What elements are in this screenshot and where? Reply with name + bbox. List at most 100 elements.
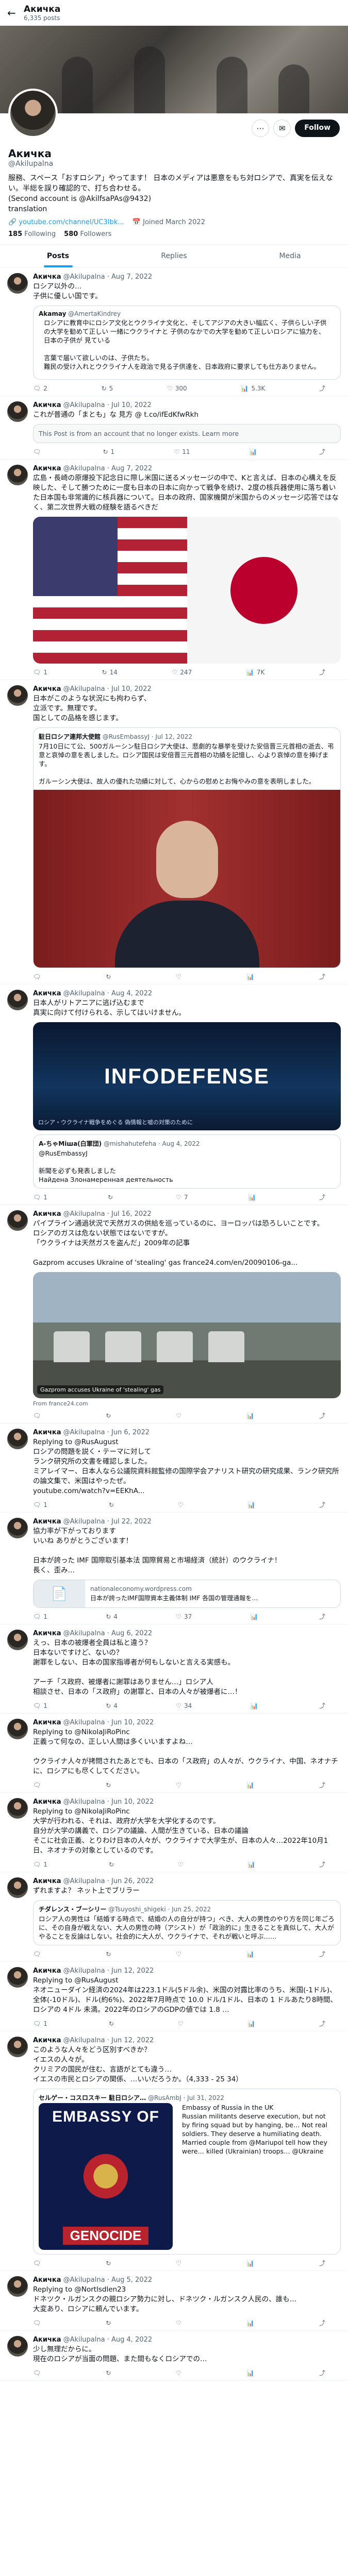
reply-button[interactable]: 🗨	[33, 2368, 43, 2377]
tweet-date[interactable]: Aug 5, 2022	[111, 2276, 152, 2284]
like-button[interactable]: ♡	[178, 1860, 186, 1869]
like-button[interactable]: ♡	[176, 1781, 184, 1789]
retweet-button[interactable]: ↻	[106, 972, 113, 981]
tweet-author[interactable]: Акичка	[33, 990, 61, 997]
like-button[interactable]: ♡ 11	[174, 447, 190, 456]
views-button[interactable]: 📊	[247, 1500, 258, 1509]
retweet-button[interactable]: ↻	[109, 1860, 117, 1869]
quoted-tweet[interactable]: セルゲー・コスロスキー 駐日ロシア… @RusAmbJ · Jul 31, 20…	[33, 2089, 341, 2255]
tweet[interactable]: Акичка @Akilupalna · Aug 5, 2022 Replying…	[0, 2271, 348, 2331]
tweet-handle[interactable]: @Akilupalna	[63, 1877, 105, 1885]
tweet-avatar[interactable]	[7, 1630, 28, 1650]
views-button[interactable]: 📊	[246, 972, 257, 981]
back-arrow-icon[interactable]: ←	[7, 7, 24, 19]
tweet-author[interactable]: Акичка	[33, 2336, 61, 2344]
like-button[interactable]: ♡ 7	[176, 1193, 188, 1201]
views-button[interactable]: 📊	[246, 1781, 257, 1789]
reply-button[interactable]: 🗨	[33, 1950, 43, 1958]
tweet[interactable]: Акичка @Akilupalna · Aug 7, 2022 広島・長崎の原爆…	[0, 460, 348, 680]
reply-button[interactable]: 🗨 1	[33, 668, 47, 676]
like-button[interactable]: ♡	[178, 1500, 186, 1509]
reply-button[interactable]: 🗨	[33, 1411, 43, 1420]
tweet-avatar[interactable]	[7, 1719, 28, 1739]
share-button[interactable]: ⤴	[319, 384, 325, 393]
reply-button[interactable]: 🗨 1	[33, 1193, 47, 1201]
quoted-tweet[interactable]: А-ちゃMiшa(白軍団) @mishahutefeha · Aug 4, 20…	[33, 1134, 341, 1189]
reply-button[interactable]: 🗨 2	[33, 384, 47, 393]
tweet-date[interactable]: Jun 12, 2022	[111, 1967, 154, 1975]
more-icon[interactable]: ⋯	[252, 120, 270, 137]
tweet[interactable]: Акичка @Akilupalna · Jul 16, 2022 パイプライン通…	[0, 1205, 348, 1423]
tweet[interactable]: Акичка @Akilupalna · Jul 22, 2022 協力率が下がっ…	[0, 1513, 348, 1624]
tweet-handle[interactable]: @Akilupalna	[63, 401, 105, 409]
retweet-button[interactable]: ↻	[106, 1950, 113, 1958]
tweet-author[interactable]: Акичка	[33, 1518, 61, 1526]
profile-avatar[interactable]	[8, 89, 58, 138]
tweet-author[interactable]: Акичка	[33, 685, 61, 693]
tweet[interactable]: Акичка @Akilupalna · Jul 10, 2022 これが普通の「…	[0, 396, 348, 460]
tweet-image-flags[interactable]	[33, 517, 341, 664]
share-button[interactable]: ⤴	[319, 1860, 325, 1869]
tweet-date[interactable]: Jun 6, 2022	[111, 1429, 150, 1436]
views-button[interactable]: 📊	[250, 447, 260, 456]
retweet-button[interactable]: ↻	[106, 1411, 113, 1420]
like-button[interactable]: ♡	[176, 1950, 184, 1958]
reply-button[interactable]: 🗨 1	[33, 1860, 47, 1869]
share-button[interactable]: ⤴	[319, 1193, 325, 1201]
share-button[interactable]: ⤴	[319, 668, 325, 676]
tweet-handle[interactable]: @Akilupalna	[63, 990, 105, 997]
tweet-author[interactable]: Акичка	[33, 1429, 61, 1436]
like-button[interactable]: ♡ 247	[172, 668, 192, 676]
views-button[interactable]: 📊 7K	[246, 668, 264, 676]
reply-button[interactable]: 🗨	[33, 972, 43, 981]
tweet-image-infodefense[interactable]: INFODEFENSE ロシア・ウクライナ戦争をめぐる 偽情報と嘘の対策のために	[33, 1022, 341, 1130]
like-button[interactable]: ♡	[176, 972, 184, 981]
tweet-date[interactable]: Jul 16, 2022	[111, 1210, 152, 1218]
like-button[interactable]: ♡ 34	[176, 1701, 192, 1710]
tweet-avatar[interactable]	[7, 1877, 28, 1898]
tweet-handle[interactable]: @Akilupalna	[63, 273, 105, 281]
views-button[interactable]: 📊	[246, 2318, 257, 2327]
views-button[interactable]: 📊	[246, 1411, 257, 1420]
share-button[interactable]: ⤴	[319, 1411, 325, 1420]
tweet-handle[interactable]: @Akilupalna	[63, 465, 105, 472]
tweet[interactable]: Акичка @Akilupalna · Jun 10, 2022 Replyin…	[0, 1714, 348, 1793]
tweet[interactable]: Акичка @Akilupalna · Aug 6, 2022 えっ、日本の被爆…	[0, 1624, 348, 1714]
tweet-handle[interactable]: @Akilupalna	[63, 2037, 105, 2044]
tweet[interactable]: Акичка @Akilupalna · Aug 4, 2022 少し無理だからに…	[0, 2331, 348, 2381]
tab-media[interactable]: Media	[232, 245, 348, 267]
tweet-handle[interactable]: @Akilupalna	[63, 2336, 105, 2344]
following-link[interactable]: 185 Following	[8, 230, 56, 238]
tweet-avatar[interactable]	[7, 990, 28, 1010]
followers-link[interactable]: 580 Followers	[64, 230, 111, 238]
retweet-button[interactable]: ↻	[109, 1500, 117, 1509]
like-button[interactable]: ♡	[176, 2259, 184, 2267]
tweet-avatar[interactable]	[7, 685, 28, 706]
follow-button[interactable]: Follow	[295, 120, 340, 137]
share-button[interactable]: ⤴	[319, 1950, 325, 1958]
tweet-date[interactable]: Aug 7, 2022	[111, 273, 152, 281]
tweet-handle[interactable]: @Akilupalna	[63, 2276, 105, 2284]
tweet-author[interactable]: Акичка	[33, 401, 61, 409]
like-button[interactable]: ♡	[176, 2318, 184, 2327]
tweet-avatar[interactable]	[7, 1798, 28, 1819]
retweet-button[interactable]: ↻ 4	[106, 1612, 118, 1621]
message-icon[interactable]: ✉	[273, 120, 291, 137]
tweet-author[interactable]: Акичка	[33, 1798, 61, 1806]
views-button[interactable]: 📊	[246, 2368, 257, 2377]
retweet-button[interactable]: ↻	[106, 2259, 113, 2267]
quoted-tweet[interactable]: チダレンス・ブーシリー @Tsuyoshi_shigeki · Jun 25, …	[33, 1900, 341, 1945]
tweet-author[interactable]: Акичка	[33, 1210, 61, 1218]
link-card[interactable]: 📄 nationaleconomy.wordpress.com 日本が誇ったIMF国…	[33, 1580, 341, 1608]
profile-link-text[interactable]: youtube.com/channel/UC3Ibk...	[19, 218, 124, 226]
tweet-avatar[interactable]	[7, 2336, 28, 2357]
tweet-author[interactable]: Акичка	[33, 2037, 61, 2044]
tweet-handle[interactable]: @Akilupalna	[63, 685, 105, 693]
tweet-date[interactable]: Jun 10, 2022	[111, 1798, 154, 1806]
reply-button[interactable]: 🗨 1	[33, 1612, 47, 1621]
tweet-date[interactable]: Jun 10, 2022	[111, 1719, 154, 1726]
reply-button[interactable]: 🗨	[33, 1781, 43, 1789]
tweet-avatar[interactable]	[7, 1210, 28, 1231]
views-button[interactable]: 📊	[246, 2259, 257, 2267]
tweet-avatar[interactable]	[7, 401, 28, 422]
